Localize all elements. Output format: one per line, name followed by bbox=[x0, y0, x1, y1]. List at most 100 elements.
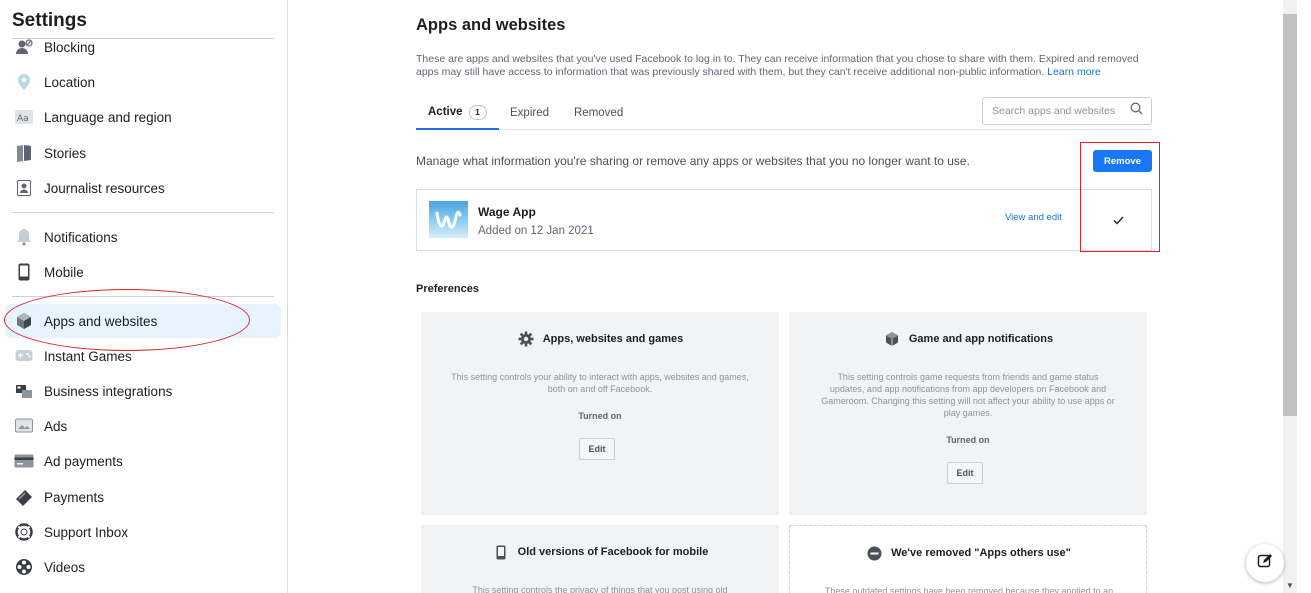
sidebar-item-label: Ad payments bbox=[44, 453, 123, 469]
pref-card-title: Game and app notifications bbox=[789, 330, 1147, 348]
sidebar-item-stories[interactable]: Stories bbox=[5, 136, 281, 170]
sidebar-item-business-integrations[interactable]: Business integrations bbox=[5, 374, 281, 408]
card-icon bbox=[14, 451, 34, 471]
sidebar-item-journalist[interactable]: Journalist resources bbox=[5, 171, 281, 205]
app-logo bbox=[429, 201, 468, 238]
pref-description: These outdated settings have been remove… bbox=[824, 586, 1114, 593]
view-and-edit-link[interactable]: View and edit bbox=[1005, 212, 1062, 223]
pref-card-title: We've removed "Apps others use" bbox=[790, 544, 1146, 562]
learn-more-link[interactable]: Learn more bbox=[1047, 66, 1101, 78]
pref-description: This setting controls game requests from… bbox=[821, 372, 1115, 418]
sidebar-item-label: Videos bbox=[44, 559, 86, 575]
pref-title-text: Apps, websites and games bbox=[542, 333, 684, 345]
sidebar-item-label: Ads bbox=[44, 418, 68, 434]
sidebar-item-label: Business integrations bbox=[44, 383, 173, 399]
tab-label: Removed bbox=[574, 107, 624, 119]
sidebar-item-label: Support Inbox bbox=[44, 524, 129, 540]
tab-count-badge: 1 bbox=[468, 104, 487, 120]
lifebuoy-icon bbox=[14, 522, 34, 542]
sidebar-item-label: Apps and websites bbox=[44, 313, 158, 329]
main-content: Apps and websites These are apps and web… bbox=[416, 0, 1156, 593]
phone-icon bbox=[492, 543, 510, 561]
pref-status: Turned on bbox=[946, 435, 990, 445]
sidebar-title: Settings bbox=[12, 10, 87, 31]
sidebar-item-label: Instant Games bbox=[44, 348, 132, 364]
pref-description: This setting controls your ability to in… bbox=[451, 372, 749, 394]
bell-icon bbox=[14, 227, 34, 247]
sidebar-item-blocking[interactable]: Blocking bbox=[5, 30, 281, 64]
scroll-down-arrow-icon[interactable]: ▼ bbox=[1283, 579, 1297, 593]
sidebar-item-label: Mobile bbox=[44, 264, 84, 280]
pref-description: This setting controls the privacy of thi… bbox=[472, 585, 728, 593]
svg-text:Aa: Aa bbox=[17, 114, 29, 124]
page-title: Apps and websites bbox=[416, 16, 566, 34]
pref-card-game-app-notifications: Game and app notifications This setting … bbox=[789, 312, 1147, 515]
blocking-icon bbox=[14, 37, 34, 57]
settings-sidebar: Settings Blocking Location Aa Language a… bbox=[0, 0, 288, 593]
sidebar-item-label: Journalist resources bbox=[44, 180, 165, 196]
intro-body: These are apps and websites that you've … bbox=[416, 53, 1139, 78]
sidebar-item-label: Stories bbox=[44, 145, 87, 161]
manage-info-text: Manage what information you're sharing o… bbox=[416, 154, 970, 168]
film-icon bbox=[14, 557, 34, 577]
checkmark-icon bbox=[1113, 216, 1123, 224]
sidebar-item-ad-payments[interactable]: Ad payments bbox=[5, 444, 281, 478]
app-name: Wage App bbox=[478, 205, 536, 219]
pref-title-text: Old versions of Facebook for mobile bbox=[517, 546, 709, 558]
sidebar-item-support-inbox[interactable]: Support Inbox bbox=[5, 515, 281, 549]
tab-expired[interactable]: Expired bbox=[510, 96, 549, 130]
pref-status: Turned on bbox=[578, 411, 622, 421]
preferences-heading: Preferences bbox=[416, 283, 479, 295]
tab-removed[interactable]: Removed bbox=[574, 96, 623, 130]
remove-button[interactable]: Remove bbox=[1093, 150, 1152, 172]
sidebar-item-apps-and-websites[interactable]: Apps and websites bbox=[5, 304, 281, 338]
cube-icon bbox=[883, 330, 901, 348]
tab-label: Active bbox=[428, 106, 463, 118]
pref-card-title: Old versions of Facebook for mobile bbox=[421, 543, 779, 561]
sidebar-item-location[interactable]: Location bbox=[5, 65, 281, 99]
sidebar-item-label: Notifications bbox=[44, 229, 118, 245]
search-input[interactable] bbox=[992, 105, 1130, 117]
new-message-button[interactable] bbox=[1246, 544, 1284, 582]
sidebar-item-language[interactable]: Aa Language and region bbox=[5, 100, 281, 134]
scrollbar[interactable]: ▼ bbox=[1283, 0, 1311, 593]
pref-card-removed-apps-others-use: We've removed "Apps others use" These ou… bbox=[789, 525, 1147, 593]
sidebar-item-payments[interactable]: Payments bbox=[5, 480, 281, 514]
sidebar-item-label: Language and region bbox=[44, 109, 172, 125]
tab-label: Expired bbox=[510, 107, 549, 119]
app-select-checkbox[interactable] bbox=[1111, 213, 1125, 227]
search-icon[interactable] bbox=[1130, 102, 1143, 120]
sidebar-divider bbox=[12, 212, 274, 213]
edit-button[interactable]: Edit bbox=[947, 462, 983, 484]
apps-icon bbox=[14, 311, 34, 331]
stories-icon bbox=[14, 143, 34, 163]
sidebar-item-label: Location bbox=[44, 74, 96, 90]
payments-icon bbox=[14, 487, 34, 507]
intro-text: These are apps and websites that you've … bbox=[416, 53, 1146, 79]
business-icon bbox=[14, 381, 34, 401]
sidebar-item-label: Blocking bbox=[44, 39, 96, 55]
pref-card-apps-websites-games: Apps, websites and games This setting co… bbox=[421, 312, 779, 515]
pref-title-text: We've removed "Apps others use" bbox=[891, 547, 1071, 559]
search-box bbox=[982, 97, 1152, 125]
pref-title-text: Game and app notifications bbox=[908, 333, 1054, 345]
compose-icon bbox=[1257, 553, 1273, 574]
sidebar-item-instant-games[interactable]: Instant Games bbox=[5, 339, 281, 373]
app-row: Wage App Added on 12 Jan 2021 View and e… bbox=[416, 189, 1152, 251]
sidebar-item-mobile[interactable]: Mobile bbox=[5, 255, 281, 289]
scrollbar-thumb[interactable] bbox=[1283, 14, 1297, 416]
minus-circle-icon bbox=[865, 544, 883, 562]
location-icon bbox=[14, 72, 34, 92]
language-icon: Aa bbox=[14, 107, 34, 127]
sidebar-item-notifications[interactable]: Notifications bbox=[5, 220, 281, 254]
journalist-icon bbox=[14, 178, 34, 198]
tab-active[interactable]: Active 1 bbox=[416, 96, 499, 130]
sidebar-item-ads[interactable]: Ads bbox=[5, 409, 281, 443]
pref-card-old-versions-mobile: Old versions of Facebook for mobile This… bbox=[421, 525, 779, 593]
games-icon bbox=[14, 346, 34, 366]
pref-card-title: Apps, websites and games bbox=[421, 330, 779, 348]
sidebar-item-videos[interactable]: Videos bbox=[5, 550, 281, 584]
ads-icon bbox=[14, 416, 34, 436]
edit-button[interactable]: Edit bbox=[579, 438, 615, 460]
app-added-date: Added on 12 Jan 2021 bbox=[478, 225, 594, 237]
